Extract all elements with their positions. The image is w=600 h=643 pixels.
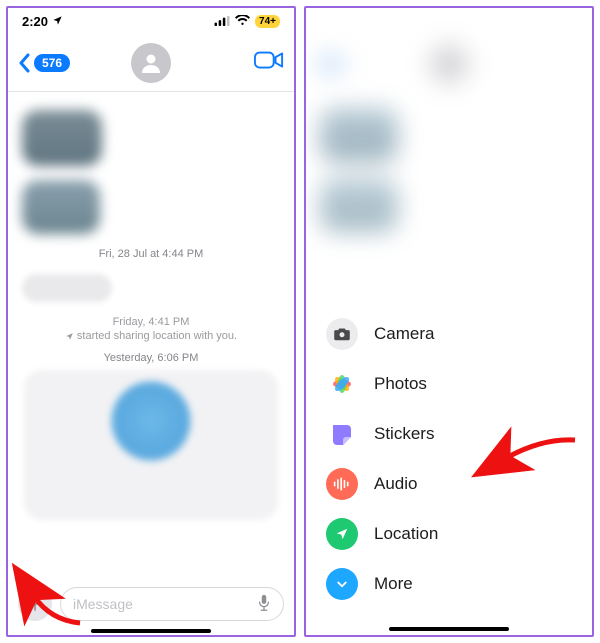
sheet-item-camera[interactable]: Camera — [326, 309, 572, 359]
chat-body[interactable]: Fri, 28 Jul at 4:44 PM Friday, 4:41 PM s… — [8, 92, 294, 571]
attachment-sheet: Camera Photos Stickers Audio Location — [306, 295, 592, 635]
wifi-icon — [235, 14, 250, 29]
sheet-item-label: Location — [374, 524, 438, 544]
sheet-item-label: Audio — [374, 474, 417, 494]
sheet-item-audio[interactable]: Audio — [326, 459, 572, 509]
sheet-item-label: Photos — [374, 374, 427, 394]
message-bubble — [22, 110, 102, 166]
back-count-badge: 576 — [34, 54, 70, 72]
sheet-item-photos[interactable]: Photos — [326, 359, 572, 409]
message-input[interactable]: iMessage — [60, 587, 284, 621]
dictation-icon[interactable] — [257, 594, 271, 615]
back-button[interactable]: 576 — [18, 53, 70, 73]
person-icon — [139, 51, 163, 75]
sheet-item-location[interactable]: Location — [326, 509, 572, 559]
stickers-icon — [326, 418, 358, 450]
system-message: started sharing location with you. — [16, 330, 286, 342]
more-icon — [326, 568, 358, 600]
audio-icon — [326, 468, 358, 500]
contact-avatar[interactable] — [131, 43, 171, 83]
photos-icon — [326, 368, 358, 400]
location-icon — [326, 518, 358, 550]
sheet-item-label: Camera — [374, 324, 434, 344]
timestamp: Yesterday, 6:06 PM — [16, 352, 286, 364]
timestamp: Friday, 4:41 PM — [16, 316, 286, 328]
home-indicator — [389, 627, 509, 631]
location-services-icon — [52, 14, 63, 29]
sheet-item-label: Stickers — [374, 424, 434, 444]
camera-icon — [326, 318, 358, 350]
plus-button[interactable] — [18, 587, 52, 621]
message-bubble — [22, 274, 112, 302]
timestamp: Fri, 28 Jul at 4:44 PM — [16, 248, 286, 260]
link-preview-card[interactable] — [24, 370, 278, 520]
message-bubble — [22, 180, 100, 234]
status-time: 2:20 — [22, 14, 48, 29]
plus-icon — [26, 595, 44, 613]
battery-badge: 74+ — [255, 15, 280, 28]
nav-bar: 576 — [8, 34, 294, 92]
status-bar: 2:20 74+ — [8, 8, 294, 34]
message-placeholder: iMessage — [73, 596, 133, 612]
sheet-item-label: More — [374, 574, 413, 594]
messages-screen: 2:20 74+ 576 Fri, 28 Jul — [6, 6, 296, 637]
composer: iMessage — [8, 581, 294, 627]
facetime-button[interactable] — [254, 50, 284, 75]
sheet-item-more[interactable]: More — [326, 559, 572, 609]
attachment-sheet-screen: Camera Photos Stickers Audio Location — [304, 6, 594, 637]
home-indicator — [91, 629, 211, 633]
sheet-item-stickers[interactable]: Stickers — [326, 409, 572, 459]
cellular-signal-icon — [214, 14, 230, 29]
